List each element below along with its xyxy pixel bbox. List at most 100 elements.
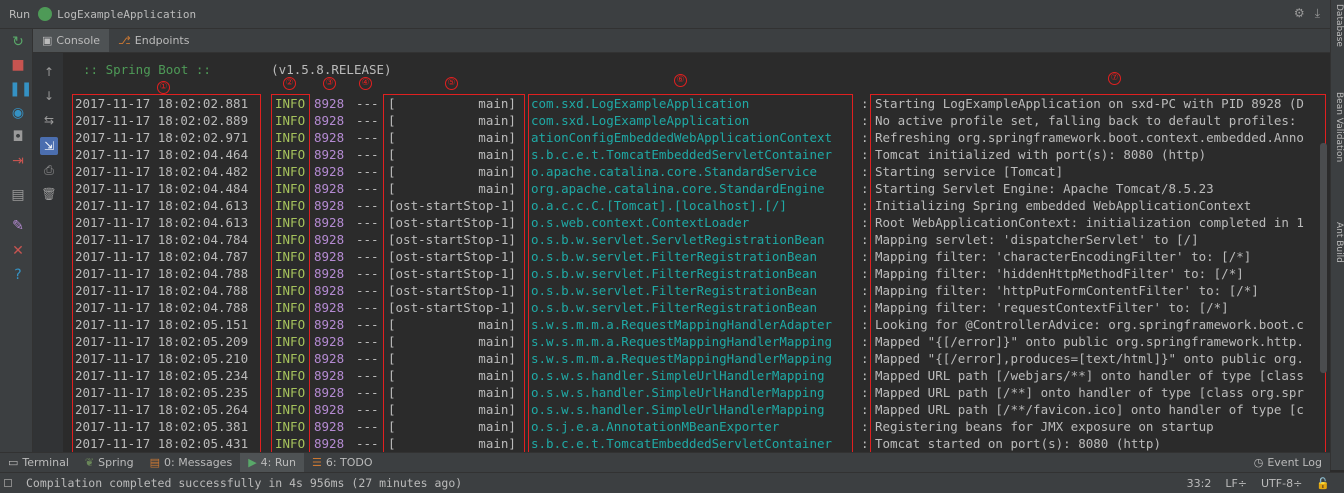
log-separator: --- — [356, 232, 379, 247]
trash-icon[interactable]: 🗑 — [40, 185, 58, 203]
annotation-box-thread — [383, 94, 525, 452]
log-pid: 8928 — [314, 266, 345, 281]
annotation-box-logger — [528, 94, 853, 452]
marker-2: ② — [283, 77, 296, 90]
log-colon: : — [861, 130, 869, 145]
globe-icon[interactable]: ◉ — [9, 104, 27, 122]
log-pid: 8928 — [314, 402, 345, 417]
marker-7: ⑦ — [1108, 72, 1121, 85]
log-separator: --- — [356, 436, 379, 451]
file-encoding[interactable]: UTF-8÷ — [1261, 477, 1302, 490]
log-colon: : — [861, 215, 869, 230]
soft-wrap-icon[interactable]: ⇆ — [40, 111, 58, 129]
log-pid: 8928 — [314, 181, 345, 196]
log-separator: --- — [356, 147, 379, 162]
log-pid: 8928 — [314, 130, 345, 145]
log-colon: : — [861, 249, 869, 264]
pin-icon[interactable]: ✎ — [9, 217, 27, 235]
tool-window-ant-build[interactable]: Ant Build — [1332, 222, 1344, 263]
log-colon: : — [861, 164, 869, 179]
log-separator: --- — [356, 198, 379, 213]
log-colon: : — [861, 334, 869, 349]
event-log-icon: ◷ — [1253, 456, 1264, 469]
log-separator: --- — [356, 215, 379, 230]
marker-5: ⑤ — [445, 77, 458, 90]
run-configuration-name[interactable]: LogExampleApplication — [57, 8, 196, 21]
log-pid: 8928 — [314, 283, 345, 298]
status-toggle-icon[interactable] — [4, 479, 12, 487]
log-colon: : — [861, 300, 869, 315]
layout-icon[interactable]: ▤ — [9, 186, 27, 204]
log-pid: 8928 — [314, 300, 345, 315]
log-colon: : — [861, 436, 869, 451]
log-separator: --- — [356, 300, 379, 315]
tab-endpoints[interactable]: ⎇ Endpoints — [109, 29, 198, 52]
console-output[interactable]: :: Spring Boot :: (v1.5.8.RELEASE) 2017-… — [65, 53, 1330, 452]
exit-icon[interactable]: ⇥ — [9, 152, 27, 170]
pause-icon[interactable]: ❚❚ — [9, 80, 32, 98]
log-pid: 8928 — [314, 334, 345, 349]
log-pid: 8928 — [314, 351, 345, 366]
log-pid: 8928 — [314, 198, 345, 213]
console-icon: ▣ — [42, 34, 53, 47]
messages-icon: ▤ — [149, 456, 161, 469]
tab-spring[interactable]: ❦ Spring — [77, 453, 142, 472]
tab-todo[interactable]: ☰ 6: TODO — [304, 453, 381, 472]
log-pid: 8928 — [314, 113, 345, 128]
log-pid: 8928 — [314, 436, 345, 451]
log-separator: --- — [356, 249, 379, 264]
tab-event-log[interactable]: ◷ Event Log — [1246, 453, 1330, 472]
log-colon: : — [861, 181, 869, 196]
run-window-controls: ⚙ ⤓ — [1294, 6, 1320, 21]
scroll-to-end-icon[interactable]: ⇲ — [40, 137, 58, 155]
log-colon: : — [861, 96, 869, 111]
right-tool-strip: Database Bean Validation Ant Build — [1330, 0, 1344, 470]
log-colon: : — [861, 198, 869, 213]
log-colon: : — [861, 147, 869, 162]
marker-3: ③ — [323, 77, 336, 90]
annotation-box-message — [870, 94, 1326, 452]
run-icon: ▶ — [248, 456, 257, 469]
spring-banner: :: Spring Boot :: (v1.5.8.RELEASE) — [83, 62, 392, 77]
log-pid: 8928 — [314, 147, 345, 162]
log-pid: 8928 — [314, 164, 345, 179]
banner-version: (v1.5.8.RELEASE) — [271, 62, 392, 77]
marker-6: ⑥ — [674, 74, 687, 87]
help-icon[interactable]: ? — [9, 266, 27, 284]
arrow-up-icon[interactable]: ↑ — [40, 63, 58, 81]
log-colon: : — [861, 419, 869, 434]
stop-icon[interactable]: ■ — [9, 56, 27, 74]
log-separator: --- — [356, 419, 379, 434]
marker-1: ① — [157, 81, 170, 94]
cursor-position[interactable]: 33:2 — [1187, 477, 1212, 490]
tool-window-database[interactable]: Database — [1332, 4, 1344, 47]
tab-terminal[interactable]: ▭ Terminal — [0, 453, 77, 472]
log-pid: 8928 — [314, 419, 345, 434]
log-colon: : — [861, 317, 869, 332]
gear-icon[interactable]: ⚙ — [1294, 6, 1305, 21]
lock-icon[interactable]: 🔓 — [1316, 477, 1330, 490]
line-separator[interactable]: LF÷ — [1225, 477, 1247, 490]
log-colon: : — [861, 232, 869, 247]
annotation-box-timestamp — [72, 94, 261, 452]
log-pid: 8928 — [314, 96, 345, 111]
status-bar: Compilation completed successfully in 4s… — [0, 472, 1344, 493]
terminal-icon: ▭ — [8, 456, 19, 469]
log-separator: --- — [356, 317, 379, 332]
bottom-tool-tabs: ▭ Terminal ❦ Spring ▤ 0: Messages ▶ 4: R… — [0, 452, 1330, 472]
tab-console[interactable]: ▣ Console — [33, 29, 110, 52]
close-icon[interactable]: ✕ — [9, 242, 27, 260]
tab-run[interactable]: ▶ 4: Run — [240, 453, 304, 472]
log-separator: --- — [356, 181, 379, 196]
arrow-down-icon[interactable]: ↓ — [40, 87, 58, 105]
hide-icon[interactable]: ⤓ — [1315, 6, 1320, 21]
camera-icon[interactable]: ◘ — [9, 128, 27, 146]
run-toolbar: Run LogExampleApplication ⚙ ⤓ — [0, 0, 1330, 29]
log-colon: : — [861, 266, 869, 281]
console-scrollbar[interactable] — [1320, 143, 1327, 373]
print-icon[interactable]: ⎙ — [40, 161, 58, 179]
tab-messages[interactable]: ▤ 0: Messages — [142, 453, 241, 472]
rerun-icon[interactable]: ↻ — [9, 33, 27, 51]
log-separator: --- — [356, 368, 379, 383]
tool-window-bean-validation[interactable]: Bean Validation — [1332, 92, 1344, 162]
